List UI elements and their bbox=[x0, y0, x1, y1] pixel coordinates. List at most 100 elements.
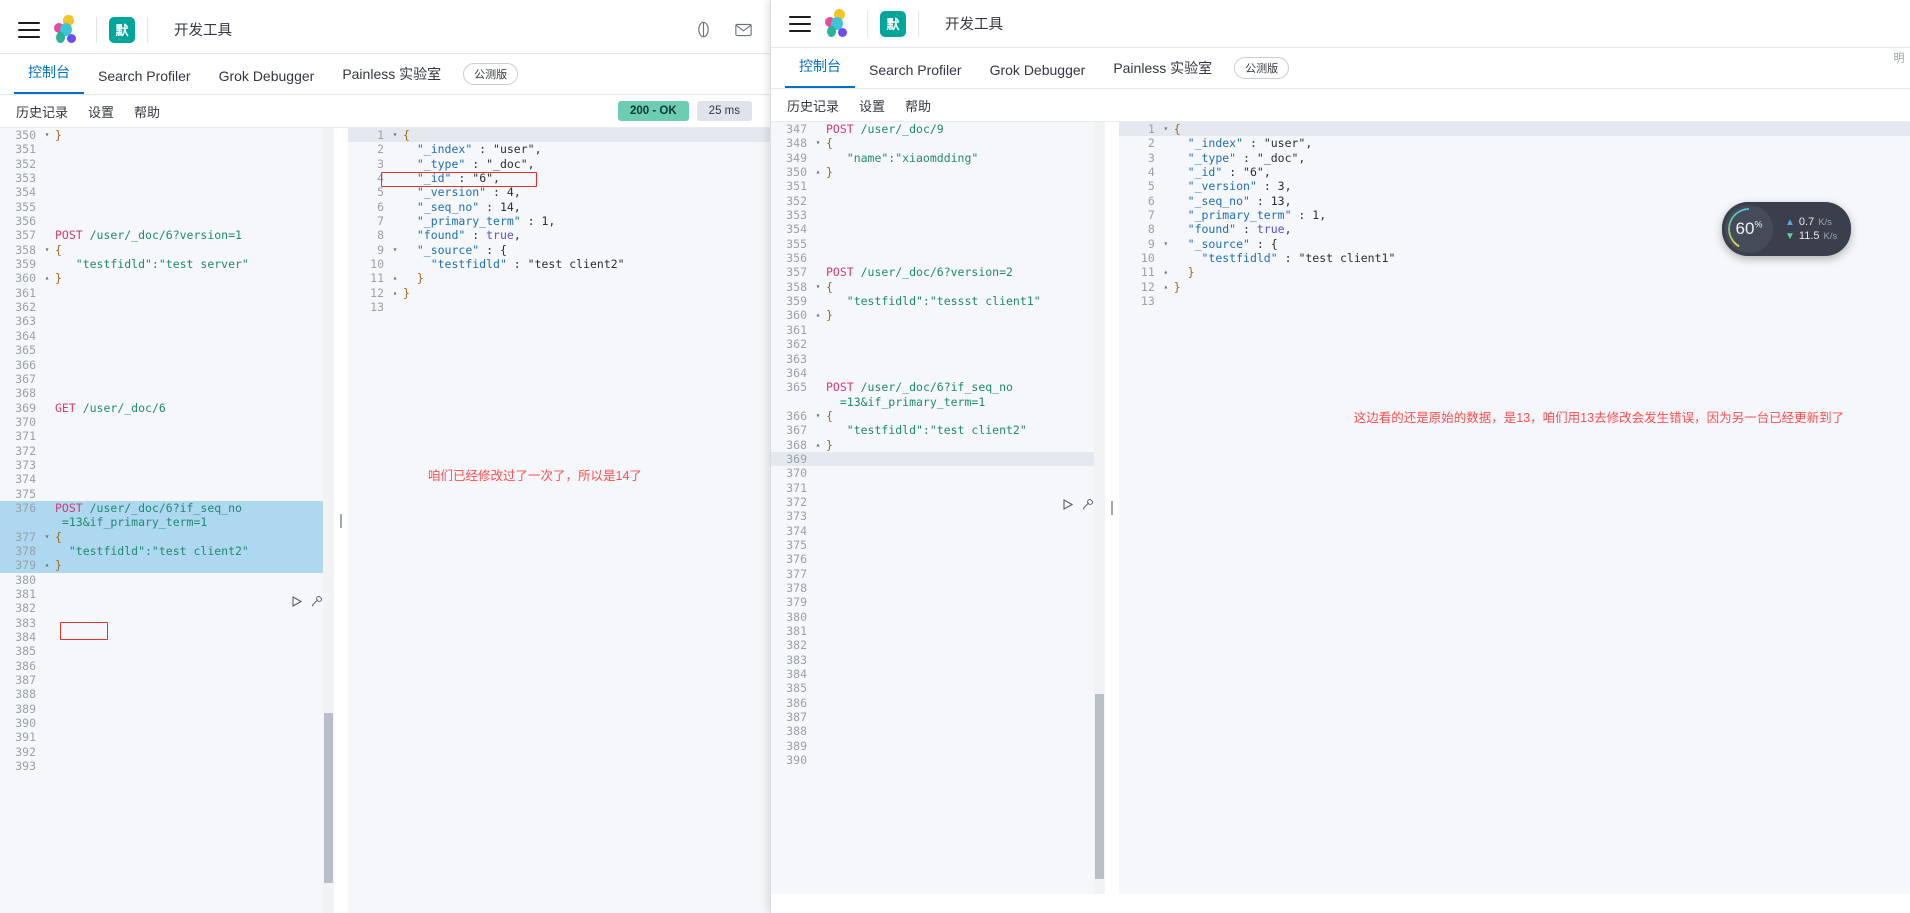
code-line[interactable]: 389 bbox=[771, 739, 1105, 753]
code-line[interactable]: 378 bbox=[771, 581, 1105, 595]
code-line[interactable]: 11 ▴ } bbox=[348, 271, 776, 285]
fold-toggle[interactable] bbox=[813, 495, 823, 509]
menu-history[interactable]: 历史记录 bbox=[16, 102, 68, 121]
fold-toggle[interactable]: ▾ bbox=[390, 128, 400, 142]
menu-history[interactable]: 历史记录 bbox=[787, 96, 839, 115]
code-line[interactable]: 360 ▴} bbox=[771, 308, 1105, 322]
fold-toggle[interactable] bbox=[42, 630, 52, 644]
fold-toggle[interactable] bbox=[42, 687, 52, 701]
code-line[interactable]: 2 "_index" : "user", bbox=[1119, 136, 1910, 150]
code-line[interactable]: 2 "_index" : "user", bbox=[348, 142, 776, 156]
code-line[interactable]: 347 POST /user/_doc/9 bbox=[771, 122, 1105, 136]
fold-toggle[interactable] bbox=[813, 610, 823, 624]
code-line[interactable]: 350 ▴} bbox=[771, 165, 1105, 179]
fold-toggle[interactable] bbox=[42, 487, 52, 501]
code-line[interactable]: 365 POST /user/_doc/6?if_seq_no bbox=[771, 380, 1105, 394]
tab-search-profiler[interactable]: Search Profiler bbox=[855, 62, 976, 88]
code-line[interactable]: 389 bbox=[0, 702, 334, 716]
fold-toggle[interactable] bbox=[390, 200, 400, 214]
menu-icon[interactable] bbox=[789, 15, 811, 32]
code-line[interactable]: 375 bbox=[0, 487, 334, 501]
fold-toggle[interactable] bbox=[813, 538, 823, 552]
fold-toggle[interactable] bbox=[813, 222, 823, 236]
space-avatar[interactable]: 默 bbox=[109, 16, 135, 43]
fold-toggle[interactable] bbox=[42, 730, 52, 744]
code-line[interactable]: 357 POST /user/_doc/6?version=1 bbox=[0, 228, 334, 242]
code-line[interactable]: 377 bbox=[771, 567, 1105, 581]
code-line[interactable]: 363 bbox=[0, 314, 334, 328]
fold-toggle[interactable] bbox=[42, 372, 52, 386]
code-line[interactable]: 383 bbox=[0, 616, 334, 630]
fold-toggle[interactable] bbox=[813, 739, 823, 753]
fold-toggle[interactable] bbox=[813, 380, 823, 394]
code-line[interactable]: 385 bbox=[771, 681, 1105, 695]
code-line[interactable]: 374 bbox=[771, 524, 1105, 538]
fold-toggle[interactable] bbox=[1161, 251, 1171, 265]
menu-help[interactable]: 帮助 bbox=[905, 96, 931, 115]
code-line[interactable]: 353 bbox=[771, 208, 1105, 222]
code-line[interactable]: 359 "testfidld":"test server" bbox=[0, 257, 334, 271]
fold-toggle[interactable] bbox=[42, 515, 52, 529]
code-line[interactable]: 7 "_primary_term" : 1, bbox=[348, 214, 776, 228]
fold-toggle[interactable] bbox=[42, 573, 52, 587]
fold-toggle[interactable] bbox=[813, 179, 823, 193]
code-line[interactable]: 379 bbox=[771, 595, 1105, 609]
fold-toggle[interactable] bbox=[42, 702, 52, 716]
split-handle-left[interactable] bbox=[334, 128, 348, 913]
code-line[interactable]: 371 bbox=[771, 481, 1105, 495]
request-scrollbar-right[interactable] bbox=[1094, 122, 1104, 894]
fold-toggle[interactable]: ▴ bbox=[813, 308, 823, 322]
code-line[interactable]: 373 bbox=[0, 458, 334, 472]
help-icon[interactable] bbox=[688, 15, 718, 45]
fold-toggle[interactable] bbox=[390, 300, 400, 314]
fold-toggle[interactable] bbox=[813, 581, 823, 595]
code-line[interactable]: 352 bbox=[0, 157, 334, 171]
code-line[interactable]: 358 ▾{ bbox=[771, 280, 1105, 294]
fold-toggle[interactable] bbox=[813, 681, 823, 695]
menu-settings[interactable]: 设置 bbox=[859, 96, 885, 115]
request-editor-left[interactable]: 350 ▾} 351 352 353 354 355 356 357 POST /user/_do… bbox=[0, 128, 334, 913]
fold-toggle[interactable] bbox=[813, 624, 823, 638]
fold-toggle[interactable] bbox=[813, 552, 823, 566]
space-avatar[interactable]: 默 bbox=[880, 10, 906, 37]
request-code-right[interactable]: 347 POST /user/_doc/9 348 ▾{349 "name":"xia… bbox=[771, 122, 1105, 894]
fold-toggle[interactable] bbox=[42, 644, 52, 658]
fold-toggle[interactable]: ▾ bbox=[390, 243, 400, 257]
fold-toggle[interactable] bbox=[1161, 194, 1171, 208]
wrench-icon[interactable] bbox=[311, 594, 323, 612]
code-line[interactable]: 367 bbox=[0, 372, 334, 386]
code-line[interactable]: 376 POST /user/_doc/6?if_seq_no bbox=[0, 500, 334, 516]
code-line[interactable]: 380 bbox=[771, 610, 1105, 624]
tab-painless-lab[interactable]: Painless 实验室 bbox=[328, 64, 455, 94]
code-line[interactable]: 10 "testfidld" : "test client2" bbox=[348, 257, 776, 271]
fold-toggle[interactable] bbox=[1161, 294, 1171, 308]
code-line[interactable]: 393 bbox=[0, 759, 334, 773]
tab-console[interactable]: 控制台 bbox=[14, 62, 84, 94]
fold-toggle[interactable] bbox=[813, 653, 823, 667]
code-line[interactable]: 365 bbox=[0, 343, 334, 357]
fold-toggle[interactable] bbox=[42, 501, 52, 515]
wrench-icon[interactable] bbox=[1082, 497, 1094, 515]
fold-toggle[interactable] bbox=[813, 337, 823, 351]
code-line[interactable]: 367 "testfidld":"test client2" bbox=[771, 423, 1105, 437]
code-line[interactable]: 381 bbox=[771, 624, 1105, 638]
code-line[interactable]: 6 "_seq_no" : 14, bbox=[348, 200, 776, 214]
code-line[interactable]: 362 bbox=[0, 300, 334, 314]
code-line[interactable]: 370 bbox=[771, 466, 1105, 480]
code-line[interactable]: 391 bbox=[0, 730, 334, 744]
fold-toggle[interactable] bbox=[1161, 136, 1171, 150]
fold-toggle[interactable] bbox=[813, 466, 823, 480]
code-line[interactable]: 356 bbox=[0, 214, 334, 228]
code-line[interactable]: 351 bbox=[0, 142, 334, 156]
code-line[interactable]: 366 bbox=[0, 358, 334, 372]
code-line[interactable]: 355 bbox=[0, 200, 334, 214]
fold-toggle[interactable] bbox=[42, 314, 52, 328]
fold-toggle[interactable] bbox=[42, 185, 52, 199]
fold-toggle[interactable] bbox=[42, 228, 52, 242]
fold-toggle[interactable] bbox=[813, 567, 823, 581]
beta-badge[interactable]: 公测版 bbox=[463, 63, 519, 85]
fold-toggle[interactable]: ▴ bbox=[813, 438, 823, 452]
fold-toggle[interactable] bbox=[42, 673, 52, 687]
fold-toggle[interactable] bbox=[813, 452, 823, 466]
mail-icon[interactable] bbox=[728, 15, 758, 45]
